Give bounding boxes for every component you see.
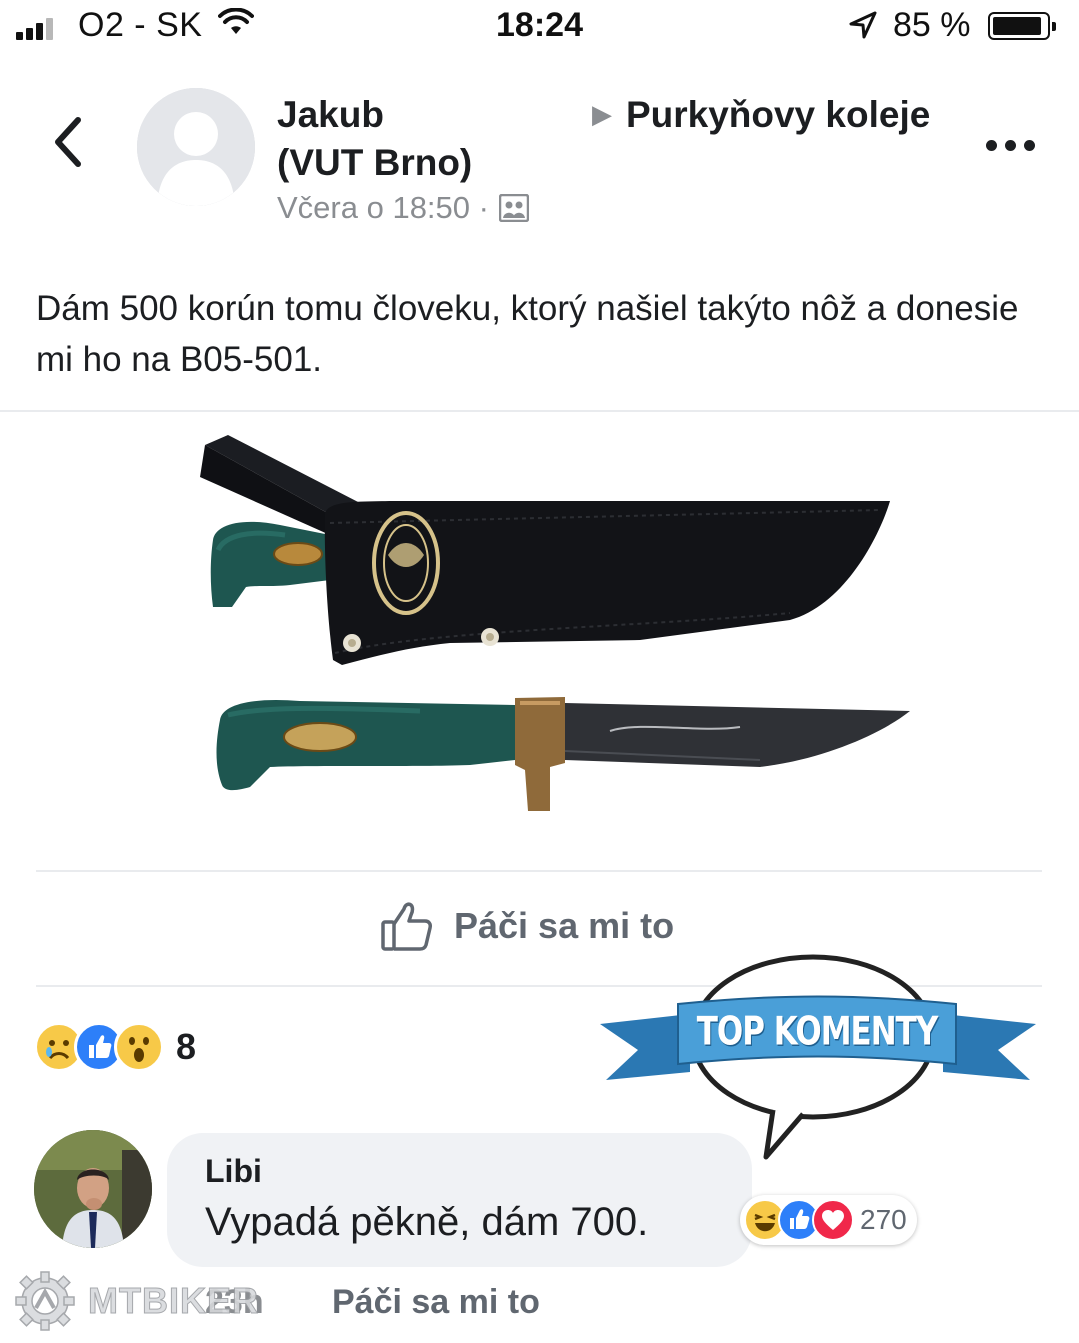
mtbiker-watermark: MTBIKER: [14, 1270, 259, 1332]
status-bar: O2 - SK 18:24 85 %: [0, 0, 1079, 56]
love-reaction-icon: [812, 1199, 854, 1241]
commenter-avatar[interactable]: [34, 1130, 152, 1248]
post-meta: Včera o 18:50 ·: [277, 190, 529, 226]
comment-like-link[interactable]: Páči sa mi to: [332, 1283, 540, 1322]
post-text: Dám 500 korún tomu človeku, ktorý našiel…: [36, 289, 1019, 379]
author-name[interactable]: Jakub: [277, 94, 384, 135]
like-button[interactable]: Páči sa mi to: [380, 900, 674, 952]
post-author-line: Jakub ▶ Purkyňovy koleje (VUT Brno): [277, 90, 957, 187]
default-profile-icon: [137, 88, 255, 206]
more-options-icon[interactable]: [986, 138, 1036, 154]
comment-reactions[interactable]: 270: [740, 1195, 917, 1245]
gear-logo-icon: [15, 1271, 75, 1331]
author-avatar[interactable]: [137, 88, 255, 206]
triangle-right-icon: ▶: [591, 99, 612, 129]
like-button-label: Páči sa mi to: [454, 905, 675, 946]
comment-author[interactable]: Libi: [205, 1153, 262, 1190]
comment-text: Vypadá pěkně, dám 700.: [205, 1200, 649, 1244]
top-comments-label: TOP KOMENTY: [696, 1009, 939, 1055]
back-chevron-icon[interactable]: [48, 112, 88, 172]
commenter-photo: [34, 1130, 152, 1248]
battery-percent: 85 %: [893, 6, 971, 44]
post-timestamp[interactable]: Včera o 18:50 ·: [277, 190, 489, 226]
watermark-text: MTBIKER: [88, 1280, 259, 1322]
thumbs-up-icon: [381, 902, 432, 951]
location-arrow-icon: [849, 11, 877, 39]
battery-icon: [988, 12, 1056, 40]
reaction-summary[interactable]: 8: [34, 1022, 196, 1072]
divider: [0, 410, 1079, 412]
divider: [36, 870, 1042, 872]
wow-reaction-icon: [114, 1022, 164, 1072]
reaction-count: 8: [176, 1026, 197, 1067]
group-audience-icon: [498, 194, 529, 222]
comment-reaction-count: 270: [860, 1204, 907, 1235]
knife-photo[interactable]: [0, 415, 1079, 845]
